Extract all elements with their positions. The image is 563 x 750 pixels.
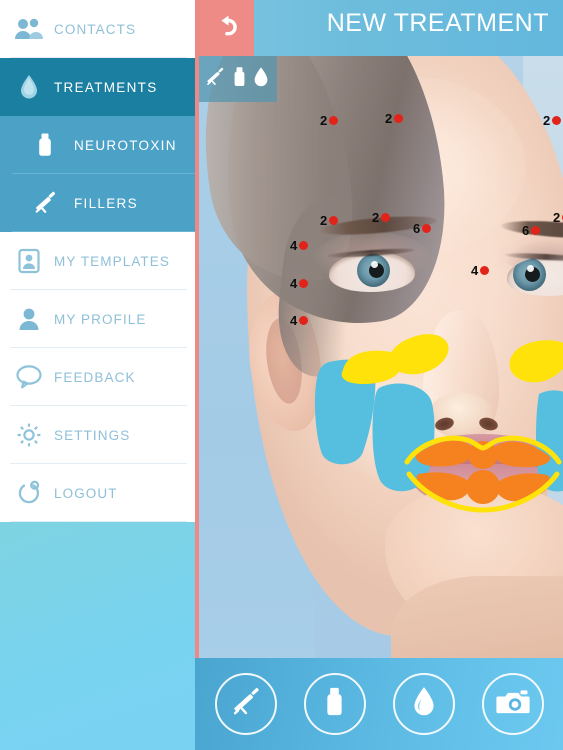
sidebar-item-settings[interactable]: SETTINGS [0,406,195,464]
filler-region-lip[interactable] [403,430,563,514]
injection-point[interactable]: 2 [320,213,339,228]
injection-dot [552,116,562,125]
panel-header: NEW TREATMENT [195,0,563,56]
sidebar-item-my-templates[interactable]: MY TEMPLATES [0,232,195,290]
droplet-icon [412,685,436,723]
injection-units: 2 [385,111,393,126]
chat-icon [10,358,48,396]
syringe-icon [26,184,64,222]
sidebar-item-my-profile[interactable]: MY PROFILE [0,290,195,348]
person-icon [10,300,48,338]
app-root: CONTACTS TREATMENTS NEUROTOXIN FILLERS M… [0,0,563,750]
injection-units: 2 [543,113,551,128]
syringe-tool-button[interactable] [214,673,277,735]
sidebar-item-label: FILLERS [74,195,138,211]
injection-point[interactable]: 2 [372,210,391,225]
sidebar-item-logout[interactable]: LOGOUT [0,464,195,522]
sidebar-item-label: TREATMENTS [54,79,158,95]
sidebar-item-fillers[interactable]: FILLERS [0,174,195,232]
sidebar-item-label: LOGOUT [54,485,118,501]
sidebar-item-label: MY PROFILE [54,311,147,327]
sidebar-item-label: NEUROTOXIN [74,137,177,153]
injection-point[interactable]: 2 [553,211,563,224]
injection-dot [381,213,391,222]
gear-icon [10,416,48,454]
sidebar-item-neurotoxin[interactable]: NEUROTOXIN [0,116,195,174]
injection-point[interactable]: 4 [290,276,309,291]
vial-tool-button[interactable] [303,673,366,735]
injection-dot [299,316,309,325]
injection-units: 6 [413,221,421,236]
injection-point[interactable]: 2 [320,113,339,128]
mode-toolbar [195,56,277,102]
camera-tool-button[interactable] [481,673,544,735]
power-icon [10,474,48,512]
injection-units: 4 [290,313,298,328]
contacts-icon [10,10,48,48]
page-title: NEW TREATMENT [326,9,549,37]
injection-units: 2 [320,213,328,228]
injection-point[interactable]: 6 [522,223,541,238]
injection-dot [531,226,541,235]
syringe-icon[interactable] [204,66,226,93]
injection-point[interactable]: 4 [471,263,490,278]
injection-dot [299,279,309,288]
sidebar-item-treatments[interactable]: TREATMENTS [0,58,195,116]
injection-units: 2 [320,113,328,128]
injection-dot [394,114,404,123]
sidebar-item-contacts[interactable]: CONTACTS [0,0,195,58]
treatment-markings: 2 2 2 2 2 6 6 2 4 4 4 4 [195,56,563,750]
injection-point[interactable]: 4 [290,238,309,253]
filler-region-tear-yellow-right[interactable] [509,338,563,384]
injection-point[interactable]: 2 [543,113,562,128]
injection-units: 4 [290,238,298,253]
sidebar-item-label: MY TEMPLATES [54,253,170,269]
injection-dot [480,266,490,275]
injection-point[interactable]: 2 [385,111,404,126]
template-icon [10,242,48,280]
treatment-panel: 2 2 2 2 2 6 6 2 4 4 4 4 NEW TREATMENT [195,0,563,750]
tool-bottom-bar [195,658,563,750]
injection-units: 4 [471,263,479,278]
injection-point[interactable]: 4 [290,313,309,328]
sidebar-item-label: CONTACTS [54,21,137,37]
injection-units: 4 [290,276,298,291]
face-canvas[interactable]: 2 2 2 2 2 6 6 2 4 4 4 4 [195,56,563,750]
back-button[interactable] [195,0,254,56]
droplet-icon[interactable] [253,66,269,93]
injection-point[interactable]: 6 [413,221,432,236]
injection-units: 2 [372,210,380,225]
droplet-icon [10,68,48,106]
vial-icon [26,126,64,164]
sidebar-divider [195,0,199,750]
injection-units: 2 [553,210,561,225]
vial-icon [322,686,347,723]
injection-units: 6 [522,223,530,238]
back-arrow-icon [212,13,238,44]
filler-region-tear-yellow-left-b[interactable] [387,332,453,376]
camera-icon [495,688,530,721]
sidebar-item-label: SETTINGS [54,427,131,443]
droplet-tool-button[interactable] [392,673,455,735]
sidebar: CONTACTS TREATMENTS NEUROTOXIN FILLERS M… [0,0,195,750]
injection-dot [299,241,309,250]
sidebar-item-label: FEEDBACK [54,369,136,385]
sidebar-item-feedback[interactable]: FEEDBACK [0,348,195,406]
syringe-icon [229,685,263,724]
injection-dot [329,216,339,225]
vial-icon[interactable] [231,66,248,93]
injection-dot [422,224,432,233]
injection-dot [329,116,339,125]
